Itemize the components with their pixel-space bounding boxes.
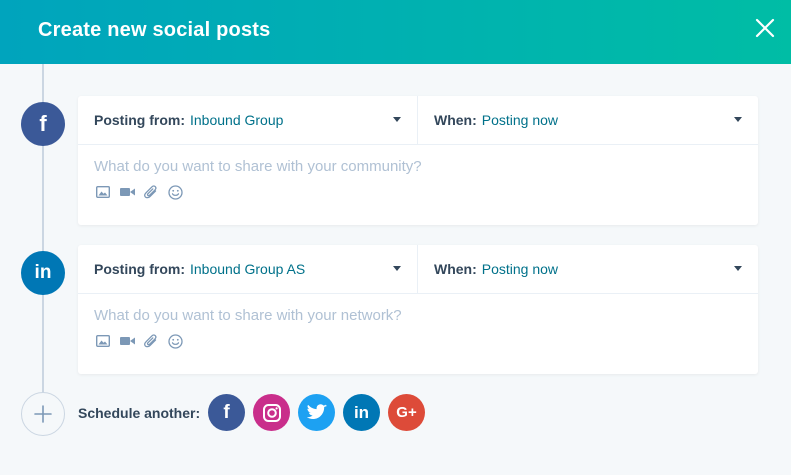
attachment-icon[interactable] bbox=[143, 184, 159, 200]
when-label: When: bbox=[434, 112, 477, 128]
linkedin-icon[interactable]: in bbox=[343, 394, 380, 431]
instagram-icon[interactable] bbox=[253, 394, 290, 431]
modal-header: Create new social posts bbox=[0, 0, 791, 64]
post-options-row: Posting from: Inbound Group When: Postin… bbox=[78, 96, 758, 145]
image-icon[interactable] bbox=[95, 184, 111, 200]
video-icon[interactable] bbox=[119, 184, 135, 200]
post-card-linkedin: Posting from: Inbound Group AS When: Pos… bbox=[78, 245, 758, 374]
when-value: Posting now bbox=[481, 112, 559, 128]
when-label: When: bbox=[434, 261, 477, 277]
twitter-icon[interactable] bbox=[298, 394, 335, 431]
plus-icon bbox=[34, 405, 52, 423]
emoji-icon[interactable] bbox=[167, 333, 183, 349]
facebook-icon[interactable]: f bbox=[208, 394, 245, 431]
posting-from-value: Inbound Group AS bbox=[190, 261, 306, 277]
posting-from-dropdown[interactable]: Posting from: Inbound Group bbox=[78, 96, 418, 144]
posting-from-label: Posting from: bbox=[94, 261, 185, 277]
image-icon[interactable] bbox=[95, 333, 111, 349]
caret-down-icon bbox=[734, 117, 742, 122]
close-icon[interactable] bbox=[755, 18, 775, 38]
linkedin-icon: in bbox=[21, 251, 65, 295]
posting-from-value: Inbound Group bbox=[190, 112, 284, 128]
caret-down-icon bbox=[734, 266, 742, 271]
when-dropdown[interactable]: When: Posting now bbox=[418, 245, 758, 293]
schedule-another-label: Schedule another: bbox=[78, 405, 201, 421]
posting-from-label: Posting from: bbox=[94, 112, 185, 128]
post-card-facebook: Posting from: Inbound Group When: Postin… bbox=[78, 96, 758, 225]
post-toolbar bbox=[95, 184, 758, 200]
video-icon[interactable] bbox=[119, 333, 135, 349]
add-post-button[interactable] bbox=[21, 392, 65, 436]
when-value: Posting now bbox=[481, 261, 559, 277]
emoji-icon[interactable] bbox=[167, 184, 183, 200]
post-toolbar bbox=[95, 333, 758, 349]
attachment-icon[interactable] bbox=[143, 333, 159, 349]
google-plus-icon[interactable]: G+ bbox=[388, 394, 425, 431]
modal-title: Create new social posts bbox=[38, 19, 271, 41]
caret-down-icon bbox=[393, 266, 401, 271]
post-message-input[interactable] bbox=[94, 156, 734, 176]
when-dropdown[interactable]: When: Posting now bbox=[418, 96, 758, 144]
facebook-icon: f bbox=[21, 102, 65, 146]
caret-down-icon bbox=[393, 117, 401, 122]
post-options-row: Posting from: Inbound Group AS When: Pos… bbox=[78, 245, 758, 294]
post-message-input[interactable] bbox=[94, 305, 734, 325]
posting-from-dropdown[interactable]: Posting from: Inbound Group AS bbox=[78, 245, 418, 293]
